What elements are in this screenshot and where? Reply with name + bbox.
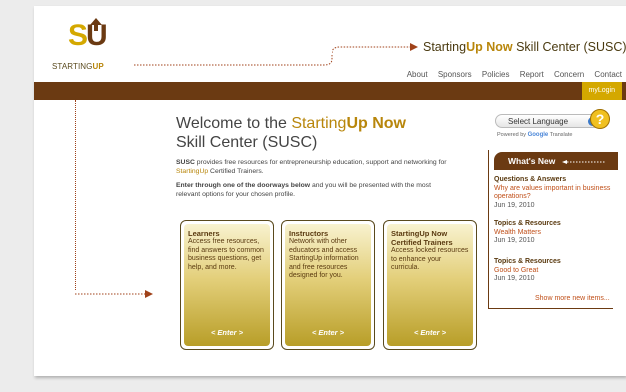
learners-enter-button[interactable]: < Enter > (181, 328, 273, 337)
nav-concern-link[interactable]: Concern (554, 70, 584, 79)
door-title: Learners (188, 229, 220, 238)
nav-report-link[interactable]: Report (520, 70, 544, 79)
whats-new-link[interactable]: Wealth Matters (494, 229, 614, 238)
instructors-enter-button[interactable]: < Enter > (282, 328, 374, 337)
startingup-logo[interactable]: S U STARTINGUP (52, 16, 132, 71)
title-pointer-arrow (332, 43, 418, 54)
nav-sponsors-link[interactable]: Sponsors (438, 70, 472, 79)
nav-about-link[interactable]: About (407, 70, 428, 79)
door-description: Network with other educators and access … (289, 238, 359, 279)
whats-new-pointer-arrow (562, 160, 606, 164)
whats-new-item: Topics & Resources Good to Great Jun 19,… (494, 258, 614, 284)
page-container: S U STARTINGUP StartingUp Now Skill Cent… (34, 6, 626, 376)
trainers-doorway[interactable]: StartingUp Now Certified Trainers Access… (383, 220, 477, 350)
door-title: Instructors (289, 229, 329, 238)
whats-new-link[interactable]: Why are values important in business ope… (494, 185, 614, 202)
powered-by-google: Powered by Google Translate (497, 132, 573, 138)
trainers-enter-button[interactable]: < Enter > (384, 328, 476, 337)
decorative-dotted-line (75, 100, 77, 290)
su-logo-mark-icon: S U (68, 18, 108, 48)
mylogin-button[interactable]: myLogin (581, 82, 622, 100)
top-navigation: About Sponsors Policies Report Concern C… (399, 70, 622, 79)
instructors-doorway[interactable]: Instructors Network with other educators… (281, 220, 375, 350)
nav-policies-link[interactable]: Policies (482, 70, 510, 79)
site-title: StartingUp Now Skill Center (SUSC) (423, 40, 626, 54)
whats-new-item: Topics & Resources Wealth Matters Jun 19… (494, 220, 614, 246)
learners-doorway[interactable]: Learners Access free resources, find ans… (180, 220, 274, 350)
intro-text: SUSC provides free resources for entrepr… (176, 159, 447, 198)
logo-wordmark: STARTINGUP (52, 62, 104, 71)
decorative-dotted-path (134, 55, 333, 66)
door-title: StartingUp Now Certified Trainers (391, 229, 453, 247)
whats-new-link[interactable]: Good to Great (494, 267, 614, 276)
nav-contact-link[interactable]: Contact (594, 70, 622, 79)
help-icon[interactable]: ? (590, 109, 610, 129)
doorway-pointer-arrow (75, 290, 153, 298)
svg-text:S: S (68, 19, 88, 48)
welcome-heading: Welcome to the StartingUp Now Skill Cent… (176, 115, 406, 151)
whats-new-item: Questions & Answers Why are values impor… (494, 176, 614, 210)
header-bar: myLogin (34, 82, 626, 100)
language-label: Select Language (508, 117, 569, 126)
show-more-link[interactable]: Show more new items... (535, 295, 610, 302)
door-description: Access locked resources to enhance your … (391, 247, 469, 271)
select-language-dropdown[interactable]: Select Language (495, 114, 601, 128)
door-description: Access free resources, find answers to c… (188, 238, 264, 271)
